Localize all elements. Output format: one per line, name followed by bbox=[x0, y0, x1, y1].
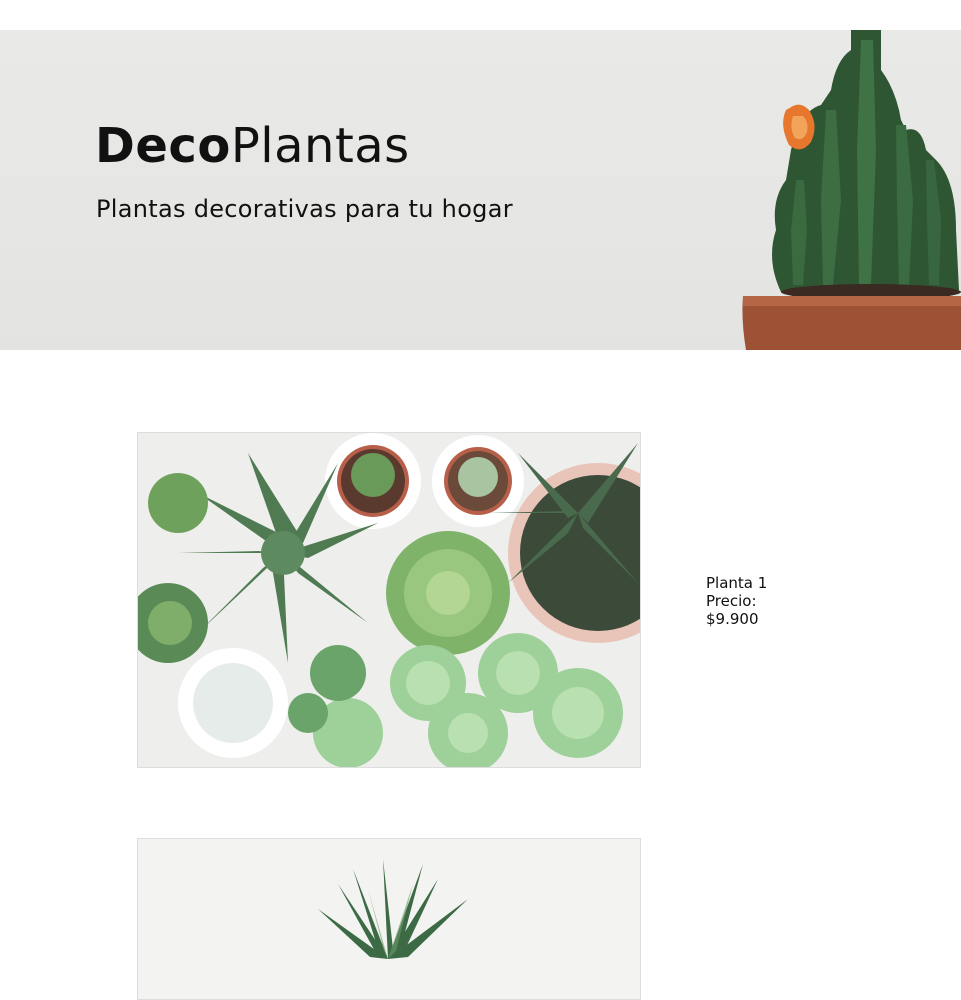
cactus-illustration bbox=[742, 30, 961, 350]
succulents-photo bbox=[138, 433, 640, 767]
product-info-1: Planta 1 Precio: $9.900 bbox=[706, 574, 786, 628]
product-image-1[interactable] bbox=[137, 432, 641, 768]
brand-name-bold: Deco bbox=[95, 118, 231, 174]
hero-banner: DecoPlantas Plantas decorativas para tu … bbox=[0, 30, 961, 350]
product-image-2[interactable] bbox=[137, 838, 641, 1000]
cactus-pot-image bbox=[742, 30, 961, 350]
aloe-photo bbox=[138, 839, 640, 999]
price-label: Precio: bbox=[706, 592, 757, 610]
tagline: Plantas decorativas para tu hogar bbox=[96, 195, 513, 223]
brand-logo[interactable]: DecoPlantas bbox=[95, 122, 410, 170]
product-name: Planta 1 bbox=[706, 574, 768, 592]
brand-name-light: Plantas bbox=[230, 118, 410, 174]
price-value: $9.900 bbox=[706, 610, 759, 628]
